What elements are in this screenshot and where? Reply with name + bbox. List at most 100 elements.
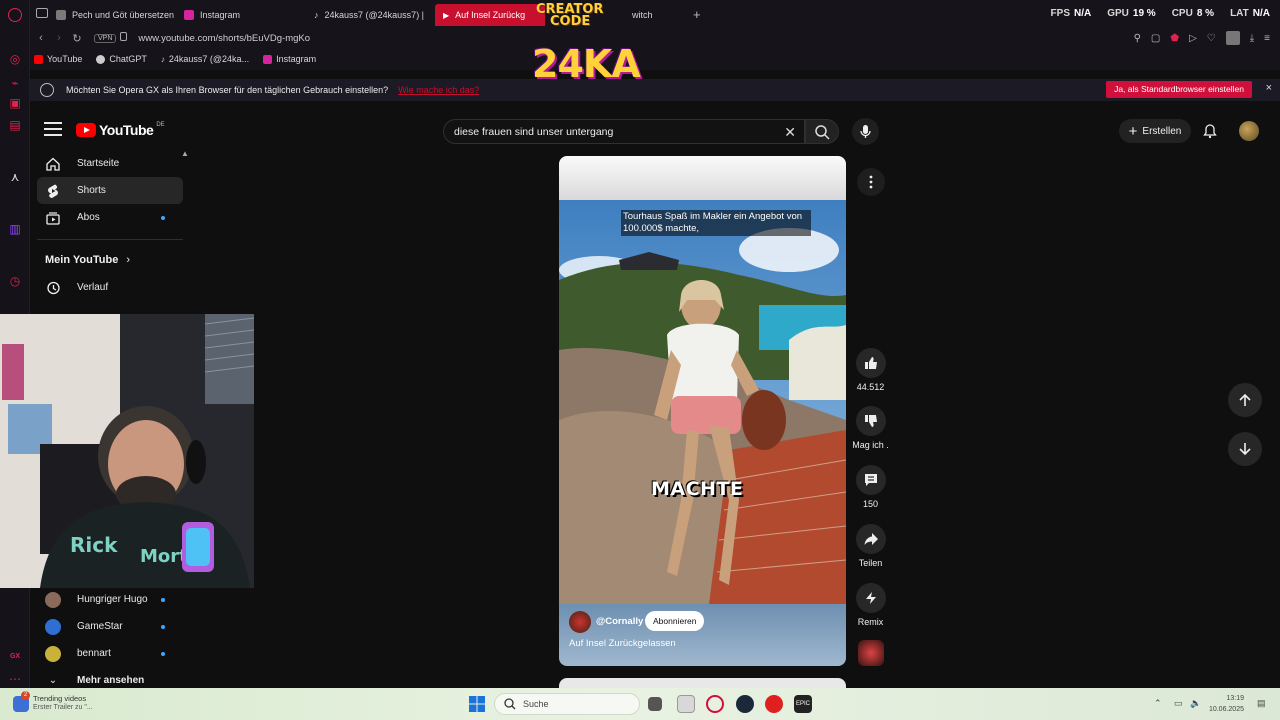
bookmark-chatgpt[interactable]: ChatGPT (96, 54, 147, 64)
tray-overflow-icon[interactable]: ⌃ (1154, 698, 1162, 709)
channel-avatar (45, 618, 61, 635)
system-clock[interactable]: 13:19 10.06.2025 (1209, 693, 1244, 715)
youtube-logo[interactable]: YouTube DE (76, 122, 165, 138)
player-icon[interactable]: ▤ (8, 118, 22, 132)
hamburger-menu-icon[interactable] (44, 122, 62, 136)
channel-avatar[interactable] (569, 611, 591, 633)
steam-icon[interactable] (736, 695, 754, 713)
tab-favicon-icon (56, 10, 66, 20)
banner-close-icon[interactable]: × (1266, 82, 1272, 94)
banner-help-link[interactable]: Wie mache ich das? (398, 85, 479, 95)
opera-gx-icon[interactable] (8, 8, 22, 22)
short-info-panel: @Cornally Abonnieren Auf Insel Zurückgel… (559, 604, 846, 666)
shield-icon[interactable]: ⬟ (1170, 33, 1179, 44)
bookmark-instagram[interactable]: Instagram (263, 54, 316, 64)
windows-start-icon[interactable] (469, 696, 485, 712)
volume-icon[interactable]: 🔈 (1190, 698, 1201, 709)
notifications-bell-icon[interactable] (1202, 123, 1218, 139)
widget-title[interactable]: Trending videos (33, 694, 86, 703)
share-button[interactable] (855, 524, 886, 554)
search-input[interactable] (454, 125, 774, 138)
subscribe-button[interactable]: Abonnieren (645, 611, 705, 631)
vpn-badge[interactable]: VPN (94, 33, 117, 43)
bookmark-label: 24kauss7 (@24ka... (168, 54, 250, 64)
gx-control-icon[interactable]: ⌁ (8, 76, 22, 90)
tab-tiktok[interactable]: ♪ 24kauss7 (@24kauss7) | (306, 4, 432, 26)
sidebar-item-label: GameStar (77, 621, 123, 632)
sidebar-item-home[interactable]: Startseite (37, 150, 183, 177)
back-icon[interactable]: ‹ (32, 32, 50, 44)
sidebar-item-subscriptions[interactable]: Abos (37, 204, 183, 231)
home-icon (45, 156, 61, 172)
sidebar-item-gamestar[interactable]: GameStar (37, 613, 183, 640)
creator-code-logo: CREATOR CODE 24KA (530, 2, 641, 86)
lock-icon[interactable] (120, 32, 127, 41)
recorder-icon[interactable] (765, 695, 783, 713)
search-icon (504, 698, 516, 710)
download-icon[interactable]: ⤓ (1250, 33, 1254, 44)
menu-icon[interactable]: ≡ (1264, 33, 1270, 44)
search-button[interactable] (805, 119, 839, 144)
video-title[interactable]: Auf Insel Zurückgelassen (569, 638, 676, 649)
sidebar-divider (37, 239, 183, 240)
channel-name[interactable]: @Cornally (596, 616, 643, 627)
thumbs-down-icon (864, 415, 877, 427)
player-icon[interactable]: ▷ (1189, 33, 1197, 44)
sidebar-item-history[interactable]: Verlauf (37, 274, 183, 301)
sidebar-item-shorts[interactable]: Shorts (37, 177, 183, 204)
rail-more-icon[interactable]: ⋯ (8, 672, 22, 686)
gx-mods-icon[interactable]: GX (8, 650, 22, 664)
twitch-icon[interactable]: ▥ (8, 222, 22, 236)
forward-icon[interactable]: › (50, 32, 68, 44)
create-button[interactable]: + Erstellen (1119, 119, 1191, 143)
comments-button[interactable] (855, 465, 886, 495)
tab-instagram[interactable]: Instagram (176, 4, 248, 26)
aria-icon[interactable]: ⋏ (8, 170, 22, 184)
arrow-up-icon (1239, 393, 1251, 406)
app-icon[interactable] (677, 695, 695, 713)
snapshot-icon[interactable]: ▢ (1151, 33, 1160, 44)
thumbs-up-icon (864, 357, 877, 369)
reload-icon[interactable]: ↻ (68, 32, 86, 45)
bookmark-tiktok[interactable]: ♪ 24kauss7 (@24ka... (161, 54, 249, 64)
bookmark-label: Instagram (276, 54, 317, 64)
stat-value: 8 % (1196, 8, 1215, 19)
remix-button[interactable] (855, 583, 886, 613)
banner-text: Möchten Sie Opera GX als Ihren Browser f… (66, 85, 389, 95)
speed-dial-icon[interactable]: ◎ (8, 52, 22, 66)
account-avatar[interactable] (1239, 121, 1259, 141)
history-icon[interactable]: ◷ (8, 274, 22, 288)
short-video[interactable]: Tourhaus Spaß im Makler ein Angebot von … (559, 200, 846, 604)
profile-icon[interactable] (1225, 31, 1240, 45)
url-field[interactable]: www.youtube.com/shorts/bEuVDg-mgKo (138, 33, 310, 44)
gx-corner-icon[interactable]: ▣ (8, 96, 22, 110)
address-bar: ‹ › ↻ VPN www.youtube.com/shorts/bEuVDg-… (30, 28, 1280, 48)
tab-translate[interactable]: Pech und Göt übersetzen (48, 4, 182, 26)
previous-short-button[interactable] (1228, 383, 1262, 417)
more-options-button[interactable] (857, 168, 885, 196)
next-short-button[interactable] (1228, 432, 1262, 466)
share-icon (864, 533, 878, 545)
network-icon[interactable]: ▭ (1174, 698, 1183, 709)
set-default-button[interactable]: Ja, als Standardbrowser einstellen (1106, 81, 1252, 98)
workspaces-icon[interactable] (36, 8, 48, 18)
pin-icon[interactable]: ⚲ (1134, 33, 1141, 44)
dislike-button[interactable] (855, 406, 886, 436)
sound-thumbnail[interactable] (858, 640, 884, 666)
epic-games-icon[interactable]: EPIC (794, 695, 812, 713)
taskbar-search[interactable]: Suche (494, 693, 640, 715)
task-view-icon[interactable] (648, 697, 662, 711)
bookmark-youtube[interactable]: YouTube (34, 54, 82, 64)
sidebar-item-bennart[interactable]: bennart (37, 640, 183, 667)
notifications-icon[interactable]: ▤ (1257, 698, 1266, 709)
tab-youtube-short[interactable]: ▶ Auf Insel Zurückg (435, 4, 545, 26)
opera-gx-taskbar-icon[interactable] (706, 695, 724, 713)
voice-search-button[interactable] (852, 118, 879, 145)
heart-icon[interactable]: ♡ (1207, 33, 1216, 44)
clear-search-icon[interactable]: ✕ (784, 124, 796, 141)
like-button[interactable] (855, 348, 886, 378)
sidebar-item-hungriger-hugo[interactable]: Hungriger Hugo (37, 586, 183, 613)
new-tab-button[interactable]: + (693, 7, 701, 22)
sidebar-section-my-youtube[interactable]: Mein YouTube › (37, 250, 183, 270)
sidebar-item-label: bennart (77, 648, 111, 659)
